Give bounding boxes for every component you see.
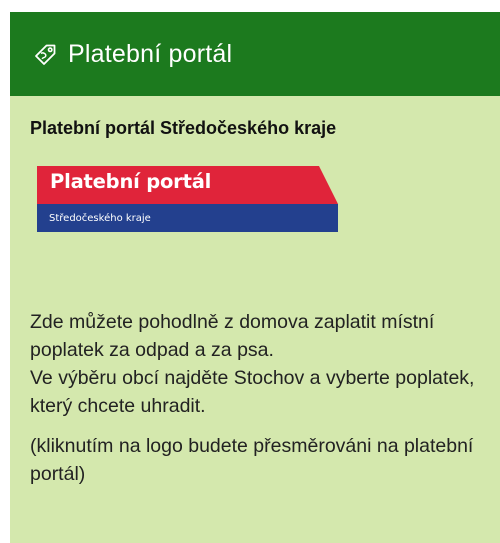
- portal-description: Zde můžete pohodlně z domova zaplatit mí…: [30, 308, 480, 420]
- payment-portal-logo-link[interactable]: Platební portál Středočeského kraje: [37, 166, 338, 232]
- description-line-2: Ve výběru obcí najděte Stochov a vyberte…: [30, 367, 475, 417]
- logo-main-text: Platební portál: [50, 170, 212, 193]
- portal-heading: Platební portál Středočeského kraje: [30, 118, 337, 138]
- panel-title: Platební portál: [68, 39, 233, 68]
- redirect-note: (kliknutím na logo budete přesměrováni n…: [30, 432, 480, 488]
- logo-sub-text: Středočeského kraje: [49, 213, 151, 224]
- tag-icon: [34, 44, 56, 66]
- description-line-1: Zde můžete pohodlně z domova zaplatit mí…: [30, 311, 435, 361]
- redirect-note-text: (kliknutím na logo budete přesměrováni n…: [30, 435, 474, 485]
- panel-body: Platební portál Středočeského kraje Plat…: [10, 118, 500, 488]
- panel-header: Platební portál: [10, 12, 500, 96]
- payment-portal-panel: Platební portál Platební portál Středoče…: [10, 12, 500, 543]
